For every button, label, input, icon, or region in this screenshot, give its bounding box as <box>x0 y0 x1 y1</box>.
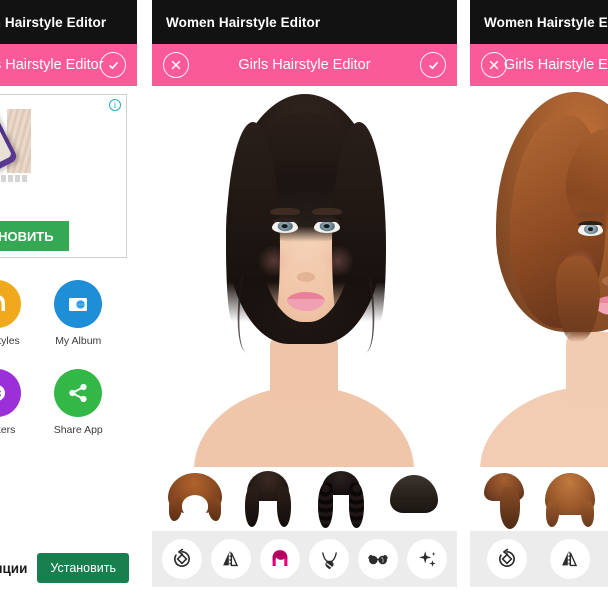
sparkles-icon[interactable] <box>407 539 448 579</box>
sunglasses-icon[interactable] <box>358 539 399 579</box>
hairstyle-thumbnail-strip[interactable] <box>152 467 457 531</box>
bottom-ad-install-button[interactable]: Установить <box>37 553 129 583</box>
middle-titlebar-text: Women Hairstyle Editor <box>166 14 321 30</box>
screenshot-collage: Women Hairstyle Editor Girls Hairstyle E… <box>0 0 608 608</box>
pupil <box>323 223 331 228</box>
editor-toolbar[interactable] <box>152 531 457 587</box>
eye-right <box>314 218 340 233</box>
wig-tail-right <box>207 497 221 521</box>
eyebrow-left <box>576 212 604 218</box>
wig-tail-right <box>276 487 291 527</box>
eye-left <box>272 218 298 233</box>
nose <box>297 272 315 282</box>
rotate-icon[interactable] <box>486 539 527 579</box>
right-actionbar: Girls Hairstyle Editor <box>470 44 608 86</box>
phone-screen-right: Women Hairstyle Editor Girls Hairstyle E… <box>470 0 608 608</box>
home-item-share-app-label: Share App <box>53 424 103 436</box>
home-item-my-album-label: My Album <box>55 335 102 347</box>
ad-info-icon[interactable]: i <box>109 99 121 111</box>
right-titlebar: Women Hairstyle Editor <box>470 0 608 44</box>
right-titlebar-text: Women Hairstyle Editor <box>484 14 608 30</box>
neck <box>270 334 338 406</box>
close-icon[interactable] <box>163 52 189 78</box>
pupil <box>281 223 289 228</box>
phone-screen-middle: Women Hairstyle Editor Girls Hairstyle E… <box>152 0 457 608</box>
wig-curl-right <box>349 483 365 528</box>
share-icon[interactable] <box>54 369 103 417</box>
iris <box>277 221 293 231</box>
hairstyle-thumb-auburn-bob-bangs[interactable] <box>543 471 597 529</box>
left-titlebar-text: Women Hairstyle Editor <box>0 14 107 30</box>
wig-tail <box>500 487 521 529</box>
flip-icon[interactable] <box>210 539 251 579</box>
eyebrow-right <box>312 208 342 215</box>
home-icon-grid: Hairstyles My Album <box>0 258 137 436</box>
wig-tail-left <box>545 501 559 527</box>
hairstyle-thumbnail-strip[interactable] <box>470 467 608 531</box>
left-actionbar: Girls Hairstyle Editor <box>0 44 137 86</box>
ad-caption-placeholder <box>0 175 29 182</box>
eyebrow-left <box>270 208 300 215</box>
necklace-icon[interactable] <box>309 539 350 579</box>
album-icon[interactable] <box>54 280 103 328</box>
middle-titlebar: Women Hairstyle Editor <box>152 0 457 44</box>
pupil <box>587 226 594 231</box>
portrait-dark-hair <box>152 86 457 467</box>
check-icon[interactable] <box>100 52 126 78</box>
home-item-my-album[interactable]: My Album <box>38 280 120 347</box>
home-item-stickers[interactable]: Stickers <box>0 369 38 436</box>
ad-card[interactable]: i УСТАНОВИТЬ <box>0 94 127 258</box>
home-item-hairstyles-label: Hairstyles <box>0 335 20 347</box>
middle-actionbar: Girls Hairstyle Editor <box>152 44 457 86</box>
stickers-icon[interactable] <box>0 369 21 417</box>
wig-tail-left <box>168 497 182 521</box>
eye-left <box>578 221 603 236</box>
home-item-stickers-label: Stickers <box>0 424 16 436</box>
photo-canvas[interactable] <box>152 86 457 467</box>
iris <box>319 221 335 231</box>
ad-install-button[interactable]: УСТАНОВИТЬ <box>0 221 69 251</box>
editor-toolbar[interactable] <box>470 531 608 587</box>
hairstyle-thumb-dark-bangs[interactable] <box>387 471 441 529</box>
cheek-left <box>256 246 292 276</box>
bottom-ad-bar[interactable]: Инвестиции Установить <box>0 548 137 588</box>
bottom-ad-text: Инвестиции <box>0 560 28 576</box>
eyelash <box>314 218 340 222</box>
wig-face-gap <box>181 495 208 517</box>
hairstyle-thumb-auburn-long-side[interactable] <box>480 471 534 529</box>
check-icon[interactable] <box>420 52 446 78</box>
hairstyle-thumb-black-curly[interactable] <box>314 471 368 529</box>
home-item-hairstyles[interactable]: Hairstyles <box>0 280 38 347</box>
wig-tail-left <box>244 487 259 527</box>
left-titlebar: Women Hairstyle Editor <box>0 0 137 44</box>
rotate-icon[interactable] <box>161 539 202 579</box>
hairstyle-icon[interactable] <box>259 539 300 579</box>
ad-image <box>0 101 31 183</box>
iris <box>583 224 598 234</box>
home-item-share-app[interactable]: Share App <box>38 369 120 436</box>
photo-canvas[interactable] <box>470 86 608 467</box>
close-icon[interactable] <box>481 52 507 78</box>
ad-image-backdrop <box>7 109 31 173</box>
neck <box>566 332 608 406</box>
wig-curl-left <box>318 483 334 528</box>
hairstyle-icon[interactable] <box>0 280 21 328</box>
middle-actionbar-title: Girls Hairstyle Editor <box>238 57 371 73</box>
eyelash <box>272 218 298 222</box>
cheek-right <box>320 246 356 276</box>
flip-icon[interactable] <box>549 539 590 579</box>
phone-screen-left: Women Hairstyle Editor Girls Hairstyle E… <box>0 0 137 608</box>
hairstyle-thumb-auburn-bob[interactable] <box>167 471 222 529</box>
hairstyle-thumb-dark-long[interactable] <box>241 471 295 529</box>
portrait-auburn-hair <box>470 86 608 467</box>
eyelash <box>578 221 603 225</box>
wig-tail-right <box>580 501 594 527</box>
